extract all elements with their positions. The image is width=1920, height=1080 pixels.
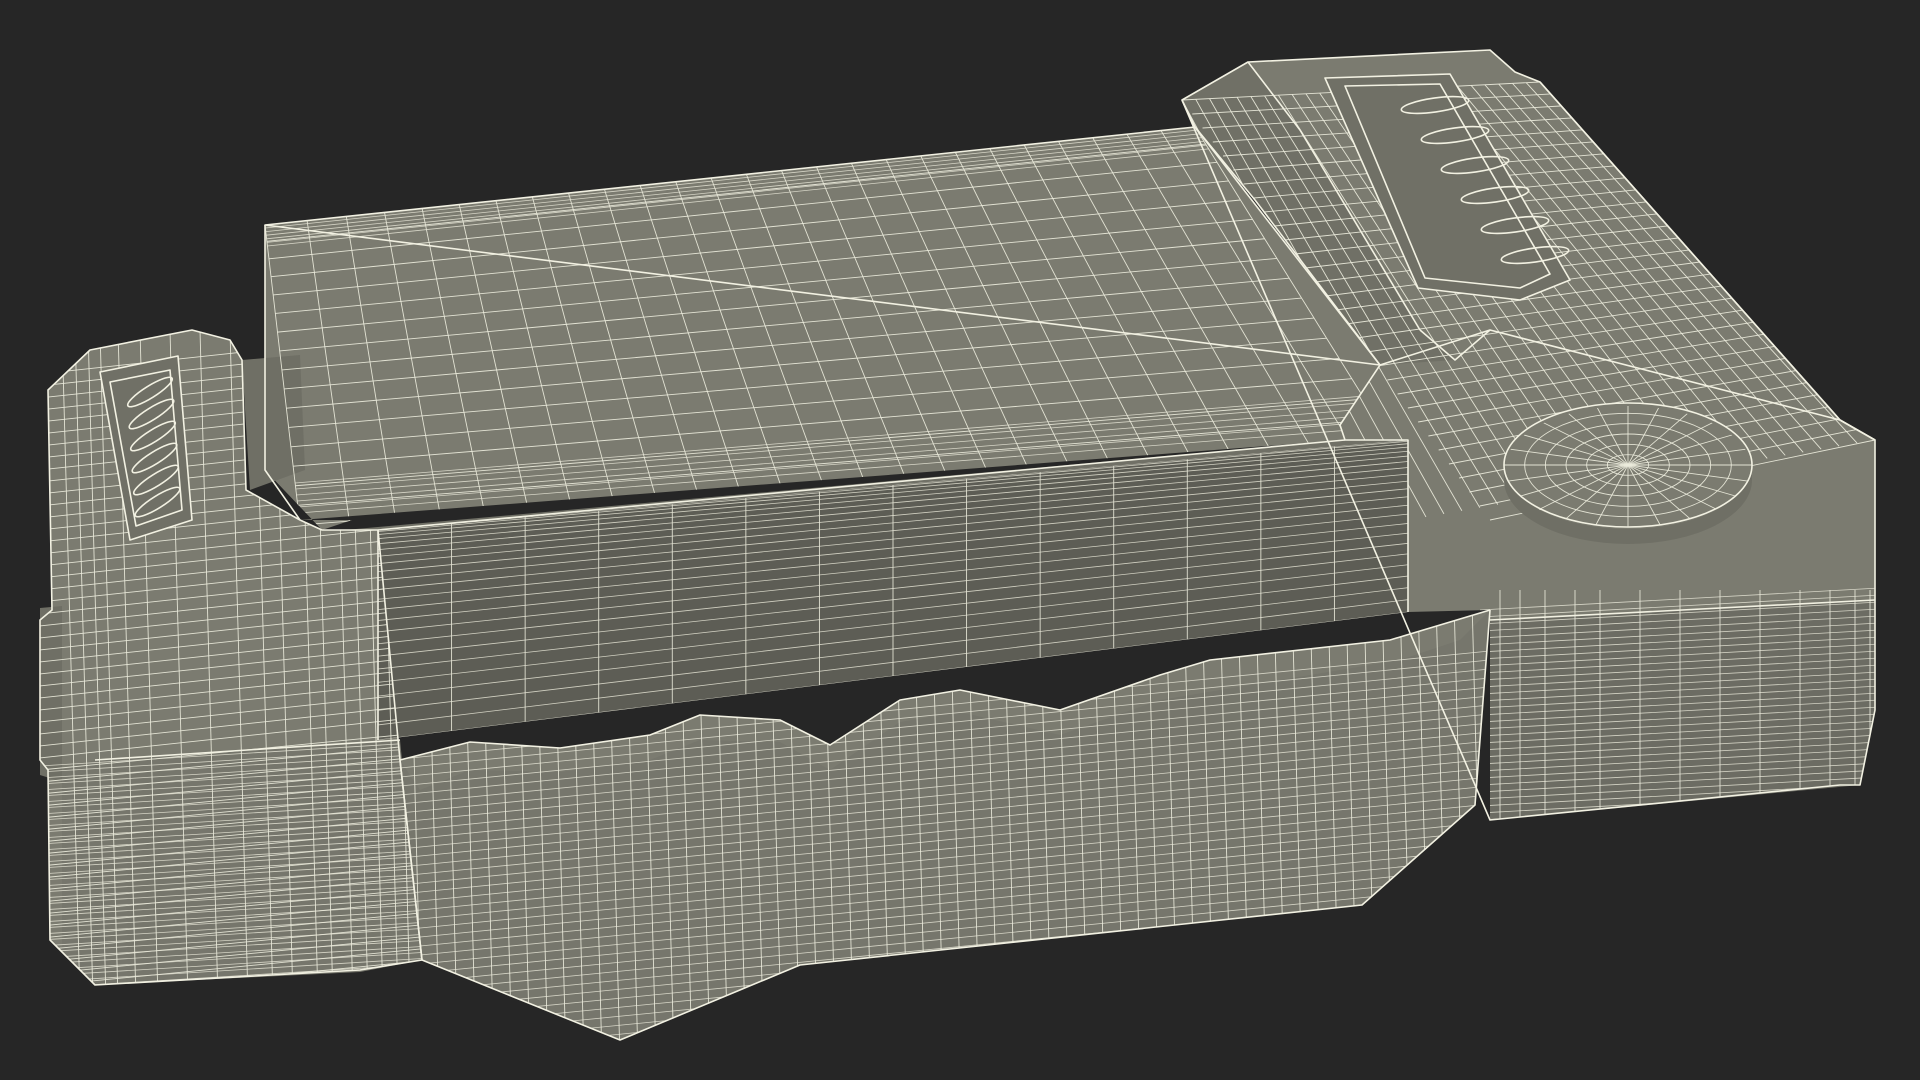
round-disc (1503, 402, 1753, 544)
wireframe-render (39, 49, 1876, 1041)
left-riser (242, 355, 305, 490)
